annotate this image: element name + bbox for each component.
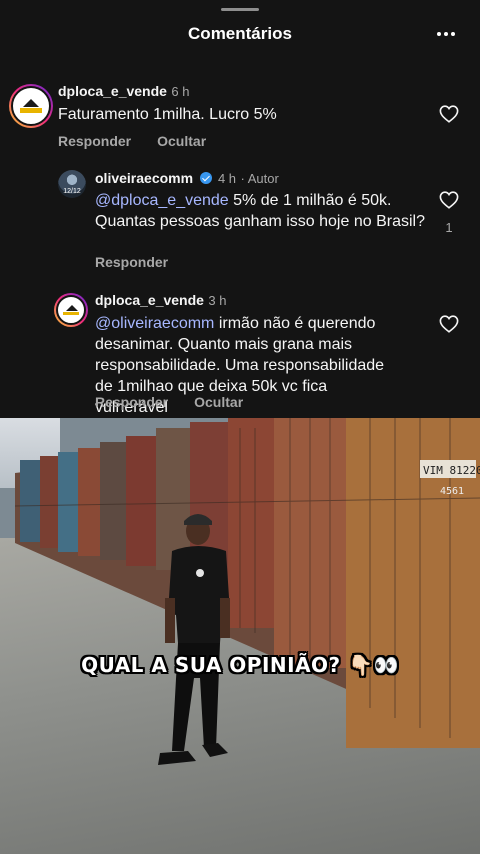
container-number: 4561 bbox=[440, 486, 464, 497]
heart-icon[interactable] bbox=[439, 315, 459, 333]
video-caption: QUAL A SUA OPINIÃO? 👇🏻👀 bbox=[81, 653, 399, 677]
reply-item: dploca_e_vende 3 h @oliveiraecomm irmão … bbox=[0, 0, 480, 418]
video-player[interactable]: VIM 8122076 4561 QUAL A SUA OPINIÃO? 👇🏻👀 bbox=[0, 418, 480, 854]
shipping-containers-image: VIM 8122076 4561 bbox=[14, 418, 480, 748]
person-figure bbox=[158, 514, 230, 765]
hide-button[interactable]: Ocultar bbox=[194, 394, 243, 410]
container-label: VIM 8122076 bbox=[423, 464, 480, 477]
comments-sheet: Comentários dploca_e_vende 6 h Faturamen… bbox=[0, 0, 480, 418]
reply-button[interactable]: Responder bbox=[95, 394, 168, 410]
comment-time: 3 h bbox=[208, 293, 227, 308]
mention-link[interactable]: @oliveiraecomm bbox=[95, 315, 214, 332]
brand-logo-icon bbox=[63, 304, 79, 316]
avatar[interactable] bbox=[54, 293, 88, 327]
comment-username[interactable]: dploca_e_vende bbox=[95, 292, 204, 308]
